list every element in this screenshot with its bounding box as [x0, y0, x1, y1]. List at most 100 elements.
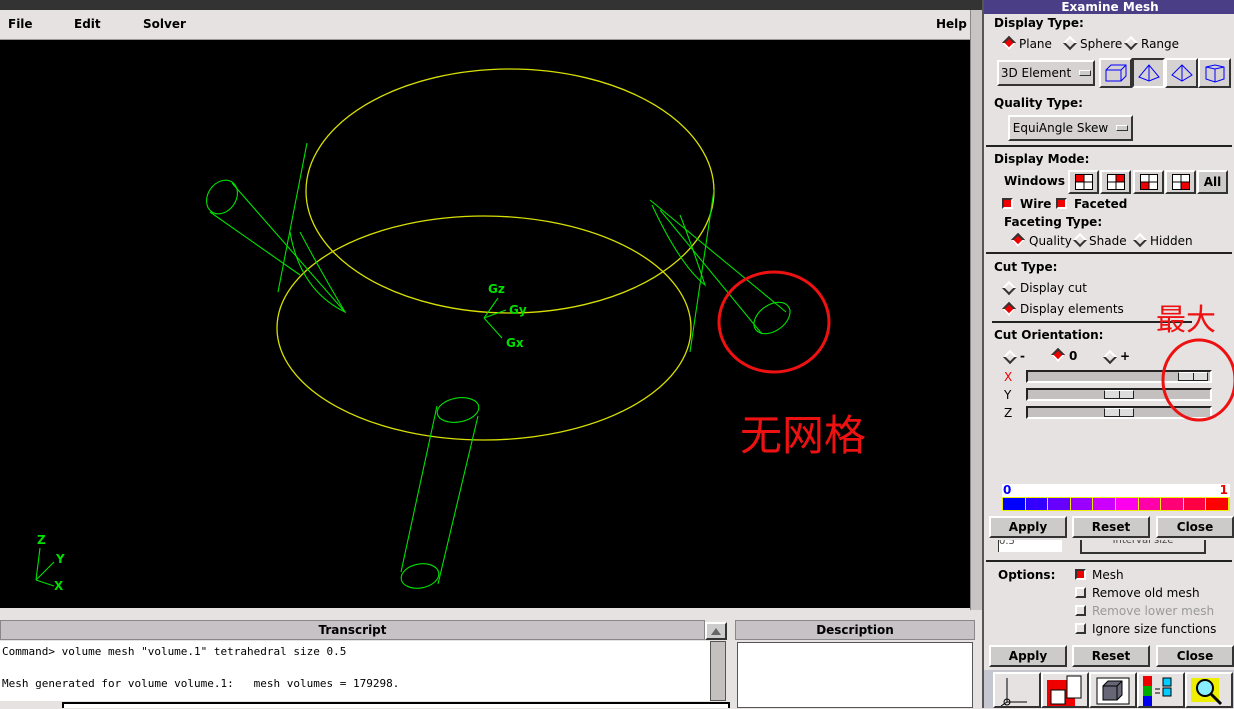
- apply-button[interactable]: Apply: [989, 645, 1067, 667]
- window-3-button[interactable]: [1133, 170, 1164, 194]
- transcript-up-arrow-icon[interactable]: [705, 622, 727, 640]
- radio-sphere[interactable]: [1062, 35, 1078, 51]
- window-top-strip: [0, 0, 982, 10]
- color-scale-swatch: [1183, 498, 1207, 510]
- radio-shade[interactable]: [1072, 232, 1088, 248]
- panel-title: Examine Mesh: [1061, 0, 1159, 14]
- graphics-viewport[interactable]: Gz Gy Gx Z Y X 无网格: [0, 40, 970, 608]
- remove-lower-mesh-checkbox: [1075, 605, 1086, 616]
- radio-quality[interactable]: [1010, 232, 1026, 248]
- menu-help[interactable]: Help: [936, 17, 967, 31]
- pyramid-icon[interactable]: [1165, 58, 1198, 88]
- color-scale-swatch: [1138, 498, 1162, 510]
- scale-min: 0: [1003, 483, 1012, 497]
- scale-max: 1: [1219, 483, 1228, 497]
- slider-x-label: X: [1004, 370, 1013, 384]
- plane-label: Plane: [1019, 37, 1052, 51]
- menu-bar: File Edit Solver Help: [0, 10, 975, 40]
- radio-display-cut[interactable]: [1001, 280, 1017, 296]
- bottom-pipe-top: [436, 397, 480, 423]
- transcript-line: Command> volume mesh "volume.1" tetrahed…: [2, 645, 347, 658]
- triad-x: X: [54, 579, 64, 593]
- tet-icon[interactable]: [1132, 58, 1165, 88]
- annotation-circle-pipe: [717, 270, 831, 374]
- close-button[interactable]: Close: [1156, 645, 1234, 667]
- triad-z: Z: [37, 533, 46, 547]
- apply-button-top[interactable]: Apply: [989, 516, 1067, 538]
- element-type-value: 3D Element: [1000, 66, 1072, 80]
- all-windows-button[interactable]: All: [1197, 170, 1228, 194]
- sphere-label: Sphere: [1080, 37, 1123, 51]
- divider: [986, 560, 1232, 562]
- transcript-title: Transcript: [0, 620, 705, 640]
- hidden-label: Hidden: [1150, 234, 1193, 248]
- cut-orientation-label: Cut Orientation:: [994, 328, 1104, 342]
- radio-range[interactable]: [1123, 35, 1139, 51]
- color-scale-swatch: [1115, 498, 1139, 510]
- remove-old-mesh-checkbox[interactable]: [1075, 587, 1086, 598]
- shade-label: Shade: [1089, 234, 1127, 248]
- menu-file[interactable]: File: [8, 17, 33, 31]
- annotation-max-text: 最大: [1156, 303, 1216, 338]
- wire-checkbox[interactable]: [1002, 198, 1013, 209]
- element-type-dropdown[interactable]: 3D Element: [997, 60, 1095, 86]
- quality-type-dropdown[interactable]: EquiAngle Skew: [1008, 115, 1133, 141]
- faceted-checkbox[interactable]: [1056, 198, 1067, 209]
- close-button-top[interactable]: Close: [1156, 516, 1234, 538]
- divider: [986, 252, 1232, 254]
- color-scale-swatch: [1093, 498, 1116, 510]
- radio-plane[interactable]: [1001, 35, 1017, 51]
- axis-label-gz: Gz: [488, 282, 505, 296]
- description-title: Description: [735, 620, 975, 640]
- window-2-button[interactable]: [1100, 170, 1131, 194]
- slider-z-thumb[interactable]: [1104, 408, 1134, 417]
- quality-type-label: Quality Type:: [994, 96, 1083, 110]
- remove-lower-mesh-label: Remove lower mesh: [1092, 604, 1215, 618]
- hex-icon[interactable]: [1099, 58, 1132, 88]
- examine-mesh-panel: Examine Mesh Display Type: Plane Sphere …: [982, 0, 1234, 708]
- menu-edit[interactable]: Edit: [74, 17, 101, 31]
- window-4-button[interactable]: [1165, 170, 1196, 194]
- transcript-scrollbar[interactable]: [710, 641, 726, 701]
- window-1-button[interactable]: [1068, 170, 1099, 194]
- command-input[interactable]: [62, 702, 730, 708]
- radio-display-elements[interactable]: [1001, 301, 1017, 317]
- color-scale-swatch: [1003, 498, 1026, 510]
- divider: [986, 145, 1232, 147]
- display-cut-label: Display cut: [1020, 281, 1087, 295]
- wedge-icon[interactable]: [1198, 58, 1231, 88]
- display-elements-label: Display elements: [1020, 302, 1124, 316]
- radio-plus[interactable]: [1102, 349, 1118, 365]
- wire-label: Wire: [1020, 197, 1052, 211]
- ignore-size-functions-checkbox[interactable]: [1075, 623, 1086, 634]
- hidden-interval-dropdown[interactable]: Interval size: [1080, 540, 1206, 554]
- render-cube-icon[interactable]: [1089, 672, 1137, 708]
- range-label: Range: [1141, 37, 1180, 51]
- orient-axes-icon[interactable]: [993, 672, 1041, 708]
- mesh-label: Mesh: [1092, 568, 1124, 582]
- hidden-size-field[interactable]: 0.5: [998, 540, 1062, 552]
- radio-hidden[interactable]: [1132, 232, 1148, 248]
- slider-z-label: Z: [1004, 406, 1013, 420]
- description-text: [737, 642, 973, 708]
- radio-zero[interactable]: [1050, 347, 1066, 363]
- cut-type-label: Cut Type:: [994, 260, 1058, 274]
- color-legend-icon[interactable]: [1137, 672, 1185, 708]
- geometry-table-icon[interactable]: [1041, 672, 1089, 708]
- mesh-checkbox[interactable]: [1075, 569, 1086, 580]
- transcript-line: Mesh generated for volume volume.1: mesh…: [2, 677, 400, 690]
- remove-old-mesh-label: Remove old mesh: [1092, 586, 1200, 600]
- viewport-scroll-edge: [970, 10, 982, 610]
- reset-button-top[interactable]: Reset: [1072, 516, 1150, 538]
- reset-button[interactable]: Reset: [1072, 645, 1150, 667]
- menu-solver[interactable]: Solver: [143, 17, 186, 31]
- faceting-type-label: Faceting Type:: [1004, 215, 1103, 229]
- radio-minus[interactable]: [1002, 349, 1018, 365]
- slider-y-thumb[interactable]: [1104, 390, 1134, 399]
- minus-label: -: [1020, 349, 1025, 363]
- description-pane: Description: [735, 620, 975, 708]
- color-scale-swatch: [1161, 498, 1184, 510]
- right-pipe-end: [753, 301, 791, 335]
- bottom-pipe-end: [400, 563, 440, 589]
- zoom-magnifier-icon[interactable]: [1185, 672, 1233, 708]
